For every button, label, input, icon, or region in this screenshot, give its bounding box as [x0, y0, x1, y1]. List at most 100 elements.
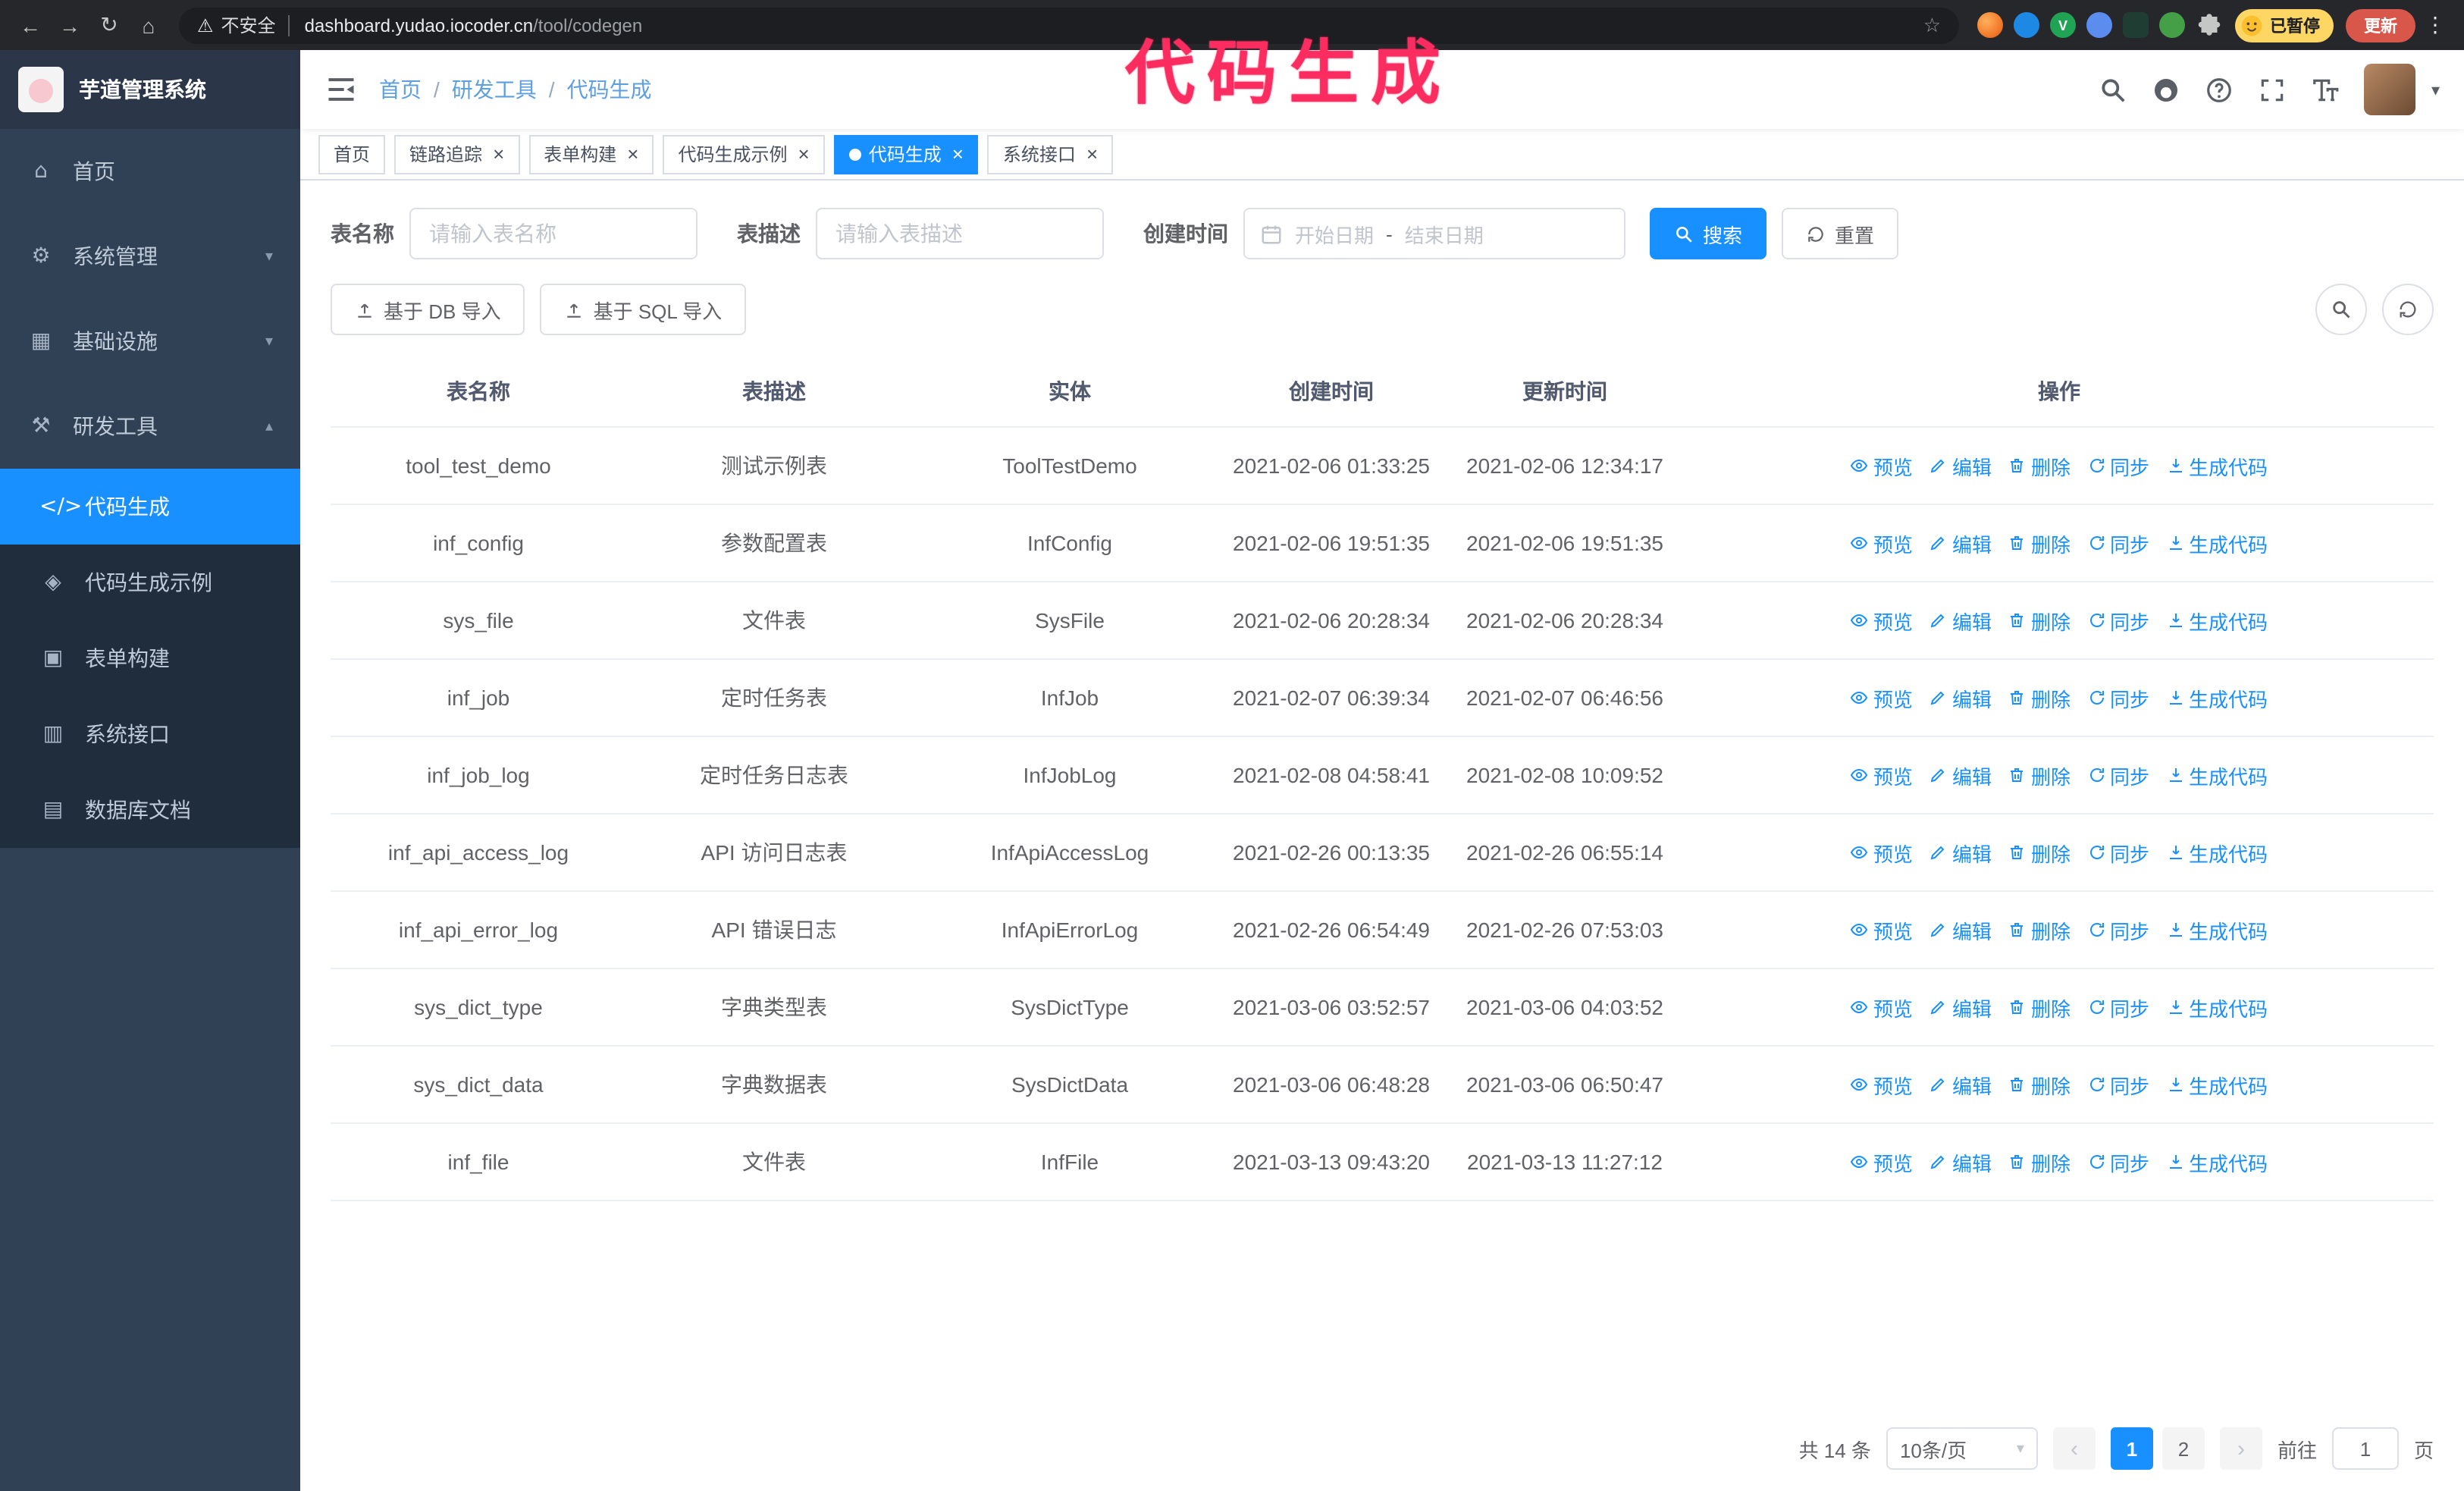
reload-icon[interactable]: ↻ [91, 7, 127, 43]
edit-link[interactable]: 编辑 [1930, 683, 1992, 712]
extension-fox-icon[interactable] [1977, 12, 2003, 38]
delete-link[interactable]: 删除 [2008, 1147, 2071, 1176]
preview-link[interactable]: 预览 [1851, 451, 1913, 480]
tag-item[interactable]: 系统接口 × [987, 134, 1114, 174]
extension-users-icon[interactable] [2086, 12, 2112, 38]
edit-link[interactable]: 编辑 [1930, 1070, 1992, 1099]
preview-link[interactable]: 预览 [1851, 1070, 1913, 1099]
sync-link[interactable]: 同步 [2087, 838, 2149, 867]
delete-link[interactable]: 删除 [2008, 838, 2071, 867]
sync-link[interactable]: 同步 [2087, 915, 2149, 944]
breadcrumb-item[interactable]: 研发工具 [452, 74, 537, 105]
extension-drop-icon[interactable] [2014, 12, 2039, 38]
page-button-2[interactable]: 2 [2161, 1427, 2205, 1470]
toggle-search-button[interactable] [2315, 284, 2367, 335]
edit-link[interactable]: 编辑 [1930, 761, 1992, 789]
edit-link[interactable]: 编辑 [1930, 915, 1992, 944]
breadcrumb-item[interactable]: 首页 [379, 74, 422, 105]
sidebar-item[interactable]: ⌂ 首页 [0, 129, 300, 214]
profile-chip[interactable]: 已暂停 [2235, 8, 2334, 42]
close-icon[interactable]: × [627, 144, 638, 164]
generate-link[interactable]: 生成代码 [2166, 529, 2268, 557]
generate-link[interactable]: 生成代码 [2166, 451, 2268, 480]
generate-link[interactable]: 生成代码 [2166, 606, 2268, 635]
preview-link[interactable]: 预览 [1851, 683, 1913, 712]
preview-link[interactable]: 预览 [1851, 993, 1913, 1022]
avatar-caret-icon[interactable]: ▾ [2431, 80, 2440, 99]
delete-link[interactable]: 删除 [2008, 606, 2071, 635]
forward-icon[interactable]: → [52, 7, 88, 43]
close-icon[interactable]: × [798, 144, 810, 164]
extensions-puzzle-icon[interactable] [2196, 11, 2223, 39]
edit-link[interactable]: 编辑 [1930, 529, 1992, 557]
sidebar-item[interactable]: ⚒ 研发工具 ▴ [0, 384, 300, 469]
breadcrumb-item[interactable]: 代码生成 [567, 74, 652, 105]
delete-link[interactable]: 删除 [2008, 683, 2071, 712]
edit-link[interactable]: 编辑 [1930, 838, 1992, 867]
delete-link[interactable]: 删除 [2008, 915, 2071, 944]
generate-link[interactable]: 生成代码 [2166, 993, 2268, 1022]
github-icon[interactable] [2152, 75, 2181, 104]
generate-link[interactable]: 生成代码 [2166, 1070, 2268, 1099]
goto-page-input[interactable] [2331, 1427, 2399, 1470]
extension-dark-icon[interactable] [2123, 12, 2149, 38]
fullscreen-icon[interactable] [2259, 75, 2287, 104]
sync-link[interactable]: 同步 [2087, 606, 2149, 635]
browser-home-icon[interactable]: ⌂ [130, 7, 167, 43]
extension-v-icon[interactable]: V [2050, 12, 2076, 38]
delete-link[interactable]: 删除 [2008, 761, 2071, 789]
sync-link[interactable]: 同步 [2087, 1147, 2149, 1176]
date-start-placeholder[interactable]: 开始日期 [1295, 219, 1374, 248]
generate-link[interactable]: 生成代码 [2166, 1147, 2268, 1176]
import-db-button[interactable]: 基于 DB 导入 [331, 284, 525, 335]
sidebar-toggle-icon[interactable] [324, 73, 358, 106]
generate-link[interactable]: 生成代码 [2166, 915, 2268, 944]
tag-item[interactable]: 链路追踪 × [394, 134, 520, 174]
import-sql-button[interactable]: 基于 SQL 导入 [540, 284, 747, 335]
tag-item[interactable]: 代码生成示例 × [663, 134, 825, 174]
delete-link[interactable]: 删除 [2008, 993, 2071, 1022]
bookmark-star-icon[interactable]: ☆ [1923, 13, 1941, 37]
browser-menu-icon[interactable]: ⋮ [2419, 12, 2452, 38]
generate-link[interactable]: 生成代码 [2166, 838, 2268, 867]
reset-button[interactable]: 重置 [1782, 208, 1899, 259]
sync-link[interactable]: 同步 [2087, 529, 2149, 557]
extension-leaf-icon[interactable] [2159, 12, 2185, 38]
sidebar-subitem[interactable]: </> 代码生成 [0, 469, 300, 545]
table-desc-input[interactable] [816, 208, 1104, 259]
address-bar[interactable]: ⚠ 不安全 dashboard.yudao.iocoder.cn/tool/co… [179, 7, 1959, 43]
preview-link[interactable]: 预览 [1851, 1147, 1913, 1176]
edit-link[interactable]: 编辑 [1930, 451, 1992, 480]
date-end-placeholder[interactable]: 结束日期 [1405, 219, 1484, 248]
sidebar-item[interactable]: ▦ 基础设施 ▾ [0, 299, 300, 384]
sidebar-subitem[interactable]: ◈ 代码生成示例 [0, 545, 300, 620]
table-name-input[interactable] [409, 208, 698, 259]
edit-link[interactable]: 编辑 [1930, 606, 1992, 635]
preview-link[interactable]: 预览 [1851, 838, 1913, 867]
sync-link[interactable]: 同步 [2087, 1070, 2149, 1099]
sync-link[interactable]: 同步 [2087, 993, 2149, 1022]
next-page-button[interactable]: › [2219, 1427, 2262, 1470]
preview-link[interactable]: 预览 [1851, 915, 1913, 944]
sidebar-item[interactable]: ⚙ 系统管理 ▾ [0, 214, 300, 299]
preview-link[interactable]: 预览 [1851, 529, 1913, 557]
tag-item[interactable]: 首页 [318, 134, 386, 174]
sidebar-subitem[interactable]: ▣ 表单构建 [0, 620, 300, 696]
preview-link[interactable]: 预览 [1851, 761, 1913, 789]
back-icon[interactable]: ← [12, 7, 49, 43]
sync-link[interactable]: 同步 [2087, 761, 2149, 789]
page-button-1[interactable]: 1 [2110, 1427, 2153, 1470]
edit-link[interactable]: 编辑 [1930, 993, 1992, 1022]
refresh-table-button[interactable] [2382, 284, 2434, 335]
close-icon[interactable]: × [1086, 144, 1098, 164]
header-search-icon[interactable] [2099, 75, 2128, 104]
delete-link[interactable]: 删除 [2008, 1070, 2071, 1099]
sync-link[interactable]: 同步 [2087, 451, 2149, 480]
sidebar-subitem[interactable]: ▤ 数据库文档 [0, 772, 300, 848]
delete-link[interactable]: 删除 [2008, 529, 2071, 557]
update-button[interactable]: 更新 [2346, 8, 2415, 42]
date-range-picker[interactable]: 开始日期 - 结束日期 [1243, 208, 1625, 259]
user-avatar[interactable] [2364, 64, 2416, 115]
search-button[interactable]: 搜索 [1650, 208, 1767, 259]
close-icon[interactable]: × [493, 144, 504, 164]
